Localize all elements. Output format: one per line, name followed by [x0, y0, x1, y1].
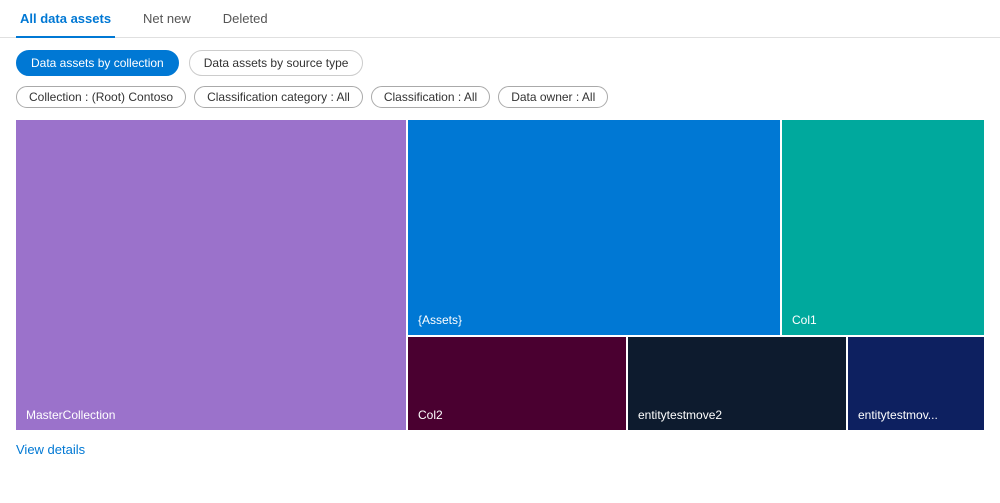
filter-collection[interactable]: Collection : (Root) Contoso	[16, 86, 186, 108]
filters-row: Collection : (Root) Contoso Classificati…	[0, 86, 1000, 120]
treemap-block-entity3[interactable]: entitytestmov...	[848, 337, 984, 430]
filter-data-owner[interactable]: Data owner : All	[498, 86, 608, 108]
treemap-block-master[interactable]: MasterCollection	[16, 120, 406, 430]
treemap-bottom-row: Col2 entitytestmove2 entitytestmov...	[408, 337, 984, 430]
tab-all-data-assets[interactable]: All data assets	[16, 1, 115, 38]
treemap-label-col1: Col1	[792, 313, 817, 327]
treemap-right: {Assets} Col1 Col2 entitytestmove2 entit…	[408, 120, 984, 430]
treemap-block-assets[interactable]: {Assets}	[408, 120, 780, 335]
treemap-label-entity2: entitytestmove2	[638, 408, 722, 422]
view-details-link[interactable]: View details	[0, 430, 101, 469]
toggle-by-source[interactable]: Data assets by source type	[189, 50, 364, 76]
toggle-by-collection[interactable]: Data assets by collection	[16, 50, 179, 76]
treemap-top-row: {Assets} Col1	[408, 120, 984, 335]
treemap-block-entity2[interactable]: entitytestmove2	[628, 337, 846, 430]
view-toggle-row: Data assets by collection Data assets by…	[0, 38, 1000, 86]
treemap-label-entity3: entitytestmov...	[858, 408, 938, 422]
filter-classification-category[interactable]: Classification category : All	[194, 86, 363, 108]
filter-classification[interactable]: Classification : All	[371, 86, 490, 108]
treemap: MasterCollection {Assets} Col1 Col2 enti…	[16, 120, 984, 430]
tab-deleted[interactable]: Deleted	[219, 1, 272, 38]
treemap-label-col2: Col2	[418, 408, 443, 422]
top-tabs: All data assets Net new Deleted	[0, 0, 1000, 38]
tab-net-new[interactable]: Net new	[139, 1, 195, 38]
treemap-label-master: MasterCollection	[26, 408, 115, 422]
treemap-block-col2[interactable]: Col2	[408, 337, 626, 430]
treemap-label-assets: {Assets}	[418, 313, 462, 327]
treemap-block-col1[interactable]: Col1	[782, 120, 984, 335]
